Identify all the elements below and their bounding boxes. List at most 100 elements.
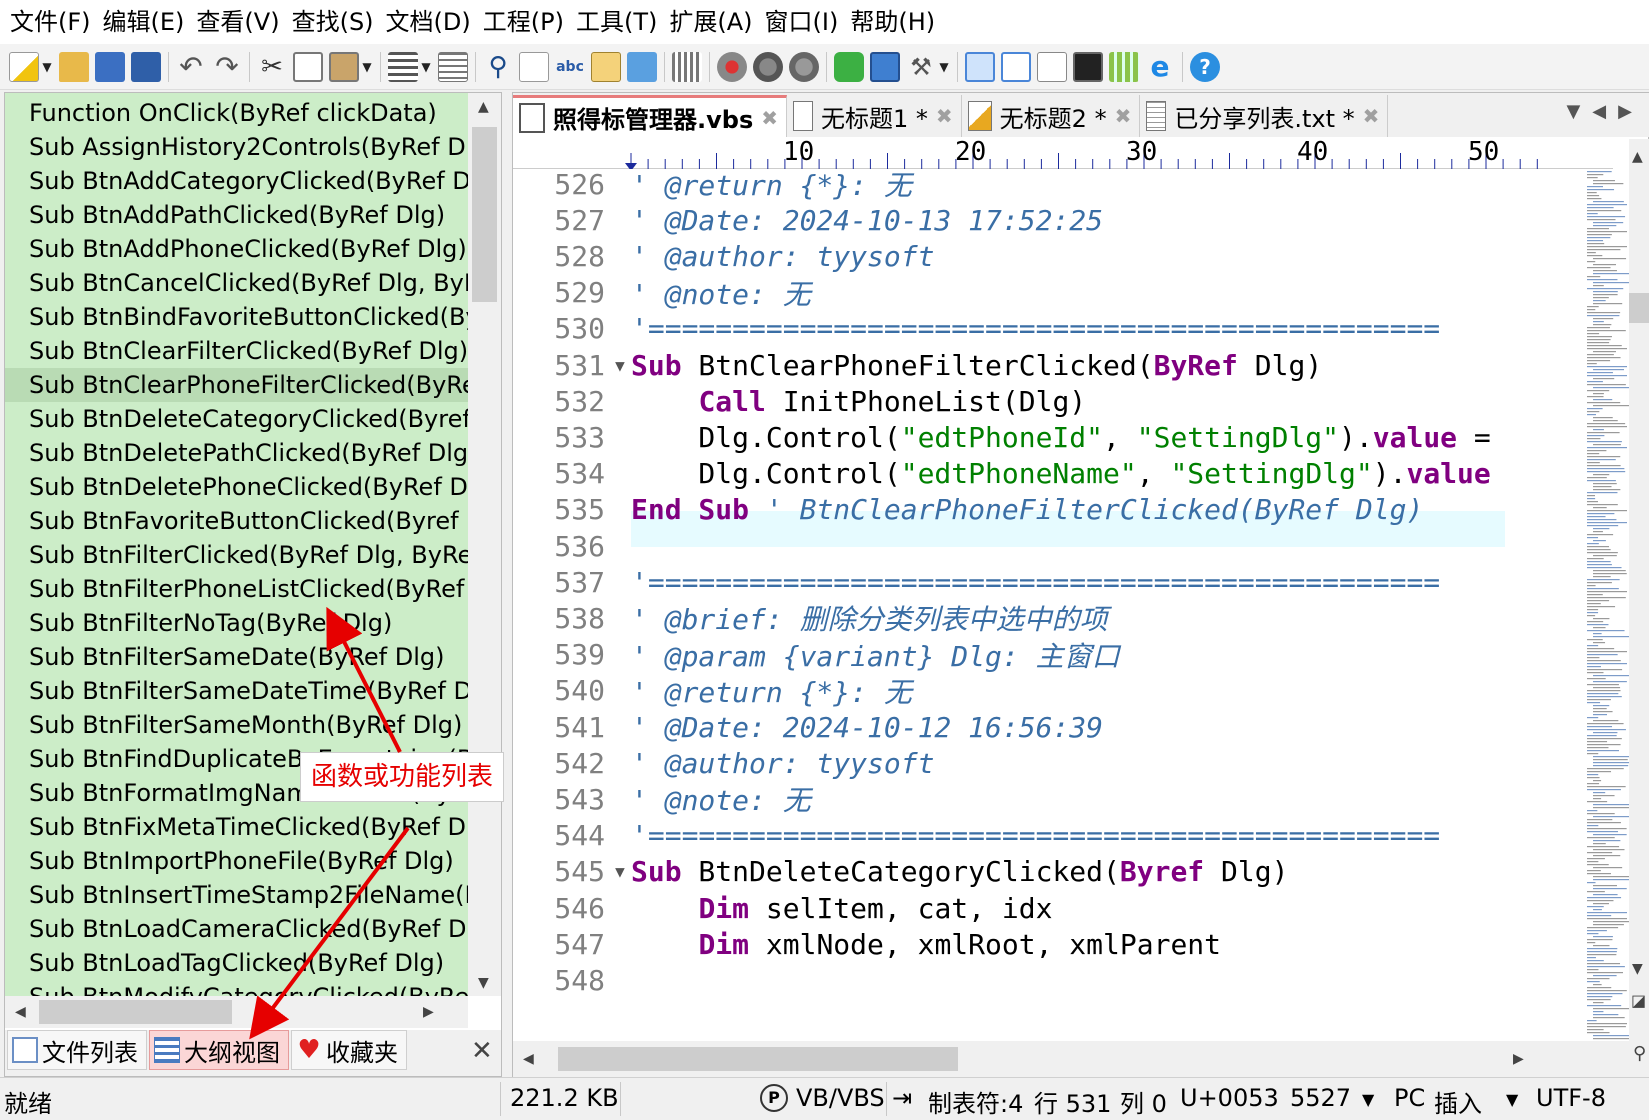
run-macro-icon[interactable] (789, 51, 819, 82)
outline-item[interactable]: Sub BtnAddPathClicked(ByRef Dlg) (5, 198, 468, 232)
outline-item[interactable]: Sub BtnFavoriteButtonClicked(Byref Dl (5, 504, 468, 538)
find-icon[interactable]: ⚲ (483, 52, 513, 82)
code-text[interactable]: Dim xmlNode, xmlRoot, xmlParent (631, 928, 1571, 961)
outline-item[interactable]: Sub BtnFilterPhoneListClicked(ByRef D (5, 572, 468, 606)
code-text[interactable]: Dlg.Control("edtPhoneId", "SettingDlg").… (631, 421, 1571, 454)
code-area[interactable]: 526 ' @return {*}: 无 527 ' @Date: 2024-10-1… (513, 169, 1583, 1041)
outline-item[interactable]: Sub BtnFilterSameMonth(ByRef Dlg) (5, 708, 468, 742)
tools-dropdown[interactable]: ▼ (937, 52, 951, 82)
open-folder-icon[interactable] (59, 51, 89, 82)
code-text[interactable]: '=======================================… (631, 819, 1571, 852)
save-icon[interactable] (95, 51, 125, 82)
code-text[interactable]: Sub BtnClearPhoneFilterClicked(ByRef Dlg… (631, 349, 1571, 382)
edit-icon[interactable] (519, 51, 549, 82)
outline-item[interactable]: Sub BtnAddPhoneClicked(ByRef Dlg) (5, 232, 468, 266)
fold-toggle-icon[interactable]: ▼ (609, 356, 631, 375)
outline-item[interactable]: Sub BtnModifyCategoryClicked(ByRef (5, 980, 468, 996)
encoding-dropdown-icon[interactable]: ▼ (1506, 1090, 1518, 1109)
menu-item[interactable]: 工程(P) (477, 0, 570, 44)
paste-dropdown[interactable]: ▼ (360, 52, 374, 82)
tools-icon[interactable]: ⚒ (906, 52, 936, 82)
code-text[interactable]: ' @author: tyysoft (631, 240, 1571, 273)
scroll-right-icon[interactable]: ▶ (423, 1004, 434, 1020)
undo-icon[interactable]: ↶ (176, 51, 206, 82)
code-text[interactable]: ' @param {variant} Dlg: 主窗口 (631, 635, 1571, 675)
outline-item[interactable]: Sub BtnDeletePathClicked(ByRef Dlg) (5, 436, 468, 470)
code-text[interactable]: '=======================================… (631, 566, 1571, 599)
tab-file-list[interactable]: 文件列表 (7, 1030, 147, 1070)
find-in-files-icon[interactable] (591, 51, 621, 82)
outline-item[interactable]: Sub BtnFilterSameDateTime(ByRef Dlg (5, 674, 468, 708)
new-file-dropdown[interactable]: ▼ (40, 52, 54, 82)
editor-vertical-scrollbar[interactable]: ▲ ▼ ◪ (1629, 139, 1649, 1041)
editor-tab-untitled1[interactable]: 无标题1 * ✖ (787, 95, 962, 137)
outline-list[interactable]: Function OnClick(ByRef clickData) Sub Ass… (5, 93, 468, 996)
status-insert-mode[interactable]: 插入 (1434, 1084, 1482, 1119)
outline-item[interactable]: Sub BtnLoadTagClicked(ByRef Dlg) (5, 946, 468, 980)
play-macro-icon[interactable] (753, 51, 783, 82)
outline-horizontal-scrollbar[interactable]: ◀ ▶ (5, 996, 468, 1028)
menu-item[interactable]: 帮助(H) (844, 0, 941, 44)
document-edit-icon[interactable] (1037, 51, 1067, 82)
outline-item[interactable]: Sub BtnClearFilterClicked(ByRef Dlg) (5, 334, 468, 368)
code-text[interactable]: Sub BtnDeleteCategoryClicked(Byref Dlg) (631, 855, 1571, 888)
status-tab-size[interactable]: 制表符:4 (928, 1084, 1023, 1119)
tab-favorites[interactable]: ♥ 收藏夹 (291, 1030, 407, 1070)
menu-item[interactable]: 编辑(E) (97, 0, 191, 44)
code-text[interactable]: ' @Date: 2024-10-12 16:56:39 (631, 711, 1571, 744)
cut-icon[interactable]: ✂ (257, 52, 287, 82)
close-tab-icon[interactable]: ✖ (936, 104, 953, 128)
fold-toggle-icon[interactable]: ▼ (609, 862, 631, 881)
menu-item[interactable]: 工具(T) (570, 0, 663, 44)
redo-icon[interactable]: ↷ (212, 51, 242, 82)
code-text[interactable]: ' @brief: 删除分类列表中选中的项 (631, 598, 1571, 638)
editor-tab-shared-list[interactable]: 已分享列表.txt * ✖ (1140, 95, 1389, 137)
outline-item[interactable]: Sub BtnFixMetaTimeClicked(ByRef Dlg (5, 810, 468, 844)
editor-vertical-scroll-thumb[interactable] (1629, 293, 1649, 323)
plugin-icon[interactable] (834, 51, 864, 82)
format-dropdown[interactable]: ▼ (419, 52, 433, 82)
console-icon[interactable] (1073, 51, 1103, 82)
help-icon[interactable]: ? (1190, 51, 1220, 82)
outline-item[interactable]: Sub BtnImportPhoneFile(ByRef Dlg) (5, 844, 468, 878)
close-tab-icon[interactable]: ✖ (1115, 104, 1132, 128)
code-text[interactable]: End Sub ' BtnClearPhoneFilterClicked(ByR… (631, 493, 1571, 526)
scroll-left-icon[interactable]: ◀ (15, 1004, 26, 1020)
replace-icon[interactable]: abc (555, 52, 585, 82)
table-icon[interactable] (1109, 51, 1139, 82)
paste-icon[interactable] (329, 51, 359, 82)
code-text[interactable]: ' @author: tyysoft (631, 747, 1571, 780)
build-icon[interactable] (672, 51, 702, 82)
close-tab-icon[interactable]: ✖ (761, 106, 778, 130)
menu-item[interactable]: 文件(F) (4, 0, 97, 44)
outline-item[interactable]: Sub BtnDeletePhoneClicked(ByRef Dlg (5, 470, 468, 504)
outline-item[interactable]: Sub AssignHistory2Controls(ByRef Dlg (5, 130, 468, 164)
split-view-icon[interactable] (1001, 51, 1031, 82)
code-text[interactable]: Dim selItem, cat, idx (631, 892, 1571, 925)
code-text[interactable]: ' @return {*}: 无 (631, 169, 1571, 204)
scroll-right-icon[interactable]: ▶ (1513, 1051, 1524, 1067)
copy-icon[interactable] (293, 51, 323, 82)
editor-horizontal-scroll-thumb[interactable] (558, 1047, 958, 1071)
outline-horizontal-scroll-thumb[interactable] (39, 1000, 232, 1024)
outline-item[interactable]: Sub BtnAddCategoryClicked(ByRef Dlg (5, 164, 468, 198)
code-text[interactable]: ' @note: 无 (631, 779, 1571, 819)
outline-item[interactable]: Sub BtnCancelClicked(ByRef Dlg, ByRe (5, 266, 468, 300)
outline-item[interactable]: Function OnClick(ByRef clickData) (5, 96, 468, 130)
menu-item[interactable]: 查看(V) (190, 0, 285, 44)
window-icon[interactable] (870, 51, 900, 82)
scroll-down-icon[interactable]: ▼ (478, 975, 489, 991)
outline-item[interactable]: Sub BtnLoadCameraClicked(ByRef Dlg) (5, 912, 468, 946)
status-language[interactable]: VB/VBS (796, 1084, 885, 1112)
outline-item[interactable]: Sub BtnFilterNoTag(ByRef Dlg) (5, 606, 468, 640)
menu-item[interactable]: 扩展(A) (663, 0, 758, 44)
scroll-up-icon[interactable]: ▲ (1632, 149, 1643, 165)
close-tab-icon[interactable]: ✖ (1363, 104, 1380, 128)
minimap[interactable] (1583, 169, 1633, 1041)
tab-navigation[interactable]: ▼◀▶ (1566, 101, 1644, 122)
outline-item[interactable]: Sub BtnBindFavoriteButtonClicked(ByR (5, 300, 468, 334)
outline-item[interactable]: Sub BtnClearPhoneFilterClicked(ByRef (5, 368, 468, 402)
editor-tab-untitled2[interactable]: 无标题2 * ✖ (962, 95, 1141, 137)
code-text[interactable]: ' @note: 无 (631, 273, 1571, 313)
menu-item[interactable]: 查找(S) (286, 0, 380, 44)
